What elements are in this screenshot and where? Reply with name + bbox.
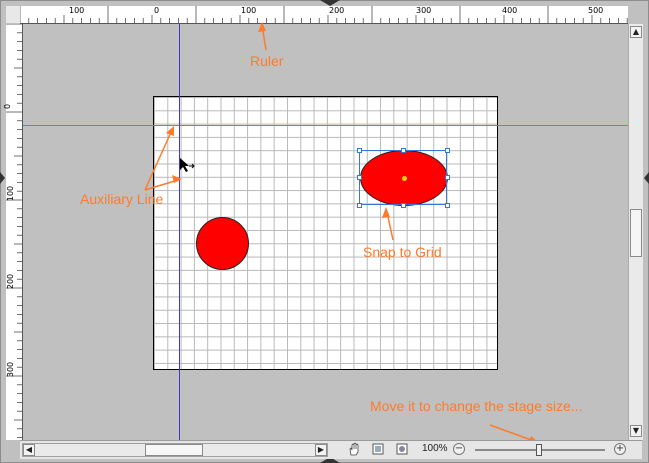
stage-size-annotation: Move it to change the stage size... (370, 398, 583, 414)
actual-size-button[interactable] (394, 442, 410, 457)
horizontal-scroll-thumb[interactable] (145, 444, 203, 456)
ruler-arrow-icon (258, 22, 267, 51)
fit-page-icon (372, 443, 384, 455)
scroll-right-button[interactable]: ▶ (315, 444, 327, 456)
stage-size-slider-thumb[interactable] (536, 444, 542, 456)
annotation-overlay (0, 0, 649, 463)
top-collapse-icon (320, 0, 340, 6)
vertical-scroll-thumb[interactable] (630, 209, 642, 257)
move-cursor-icon (180, 158, 195, 172)
auxiliary-arrow-icon (144, 126, 182, 191)
bottom-toolbar: ◀ ▶ 100% − + (20, 440, 642, 459)
auxiliary-line-annotation: Auxiliary Line (80, 191, 164, 207)
horizontal-scrollbar[interactable]: ◀ ▶ (22, 443, 328, 457)
zoom-out-button[interactable]: − (453, 443, 465, 455)
snap-arrow-icon (382, 207, 394, 241)
vertical-scrollbar[interactable]: ▲ ▼ (628, 24, 643, 440)
ruler-annotation: Ruler (250, 53, 284, 69)
hand-tool-button[interactable] (346, 442, 362, 457)
actual-size-icon (396, 443, 408, 455)
scroll-down-button[interactable]: ▼ (630, 425, 642, 437)
snap-to-grid-annotation: Snap to Grid (363, 244, 442, 260)
zoom-level: 100% (422, 443, 448, 454)
right-collapse-icon (644, 172, 649, 184)
fit-page-button[interactable] (370, 442, 386, 457)
zoom-in-button[interactable]: + (614, 443, 626, 455)
scroll-left-button[interactable]: ◀ (23, 444, 35, 456)
scroll-up-button[interactable]: ▲ (630, 26, 642, 38)
left-collapse-icon (0, 172, 5, 184)
hand-icon (349, 442, 359, 456)
